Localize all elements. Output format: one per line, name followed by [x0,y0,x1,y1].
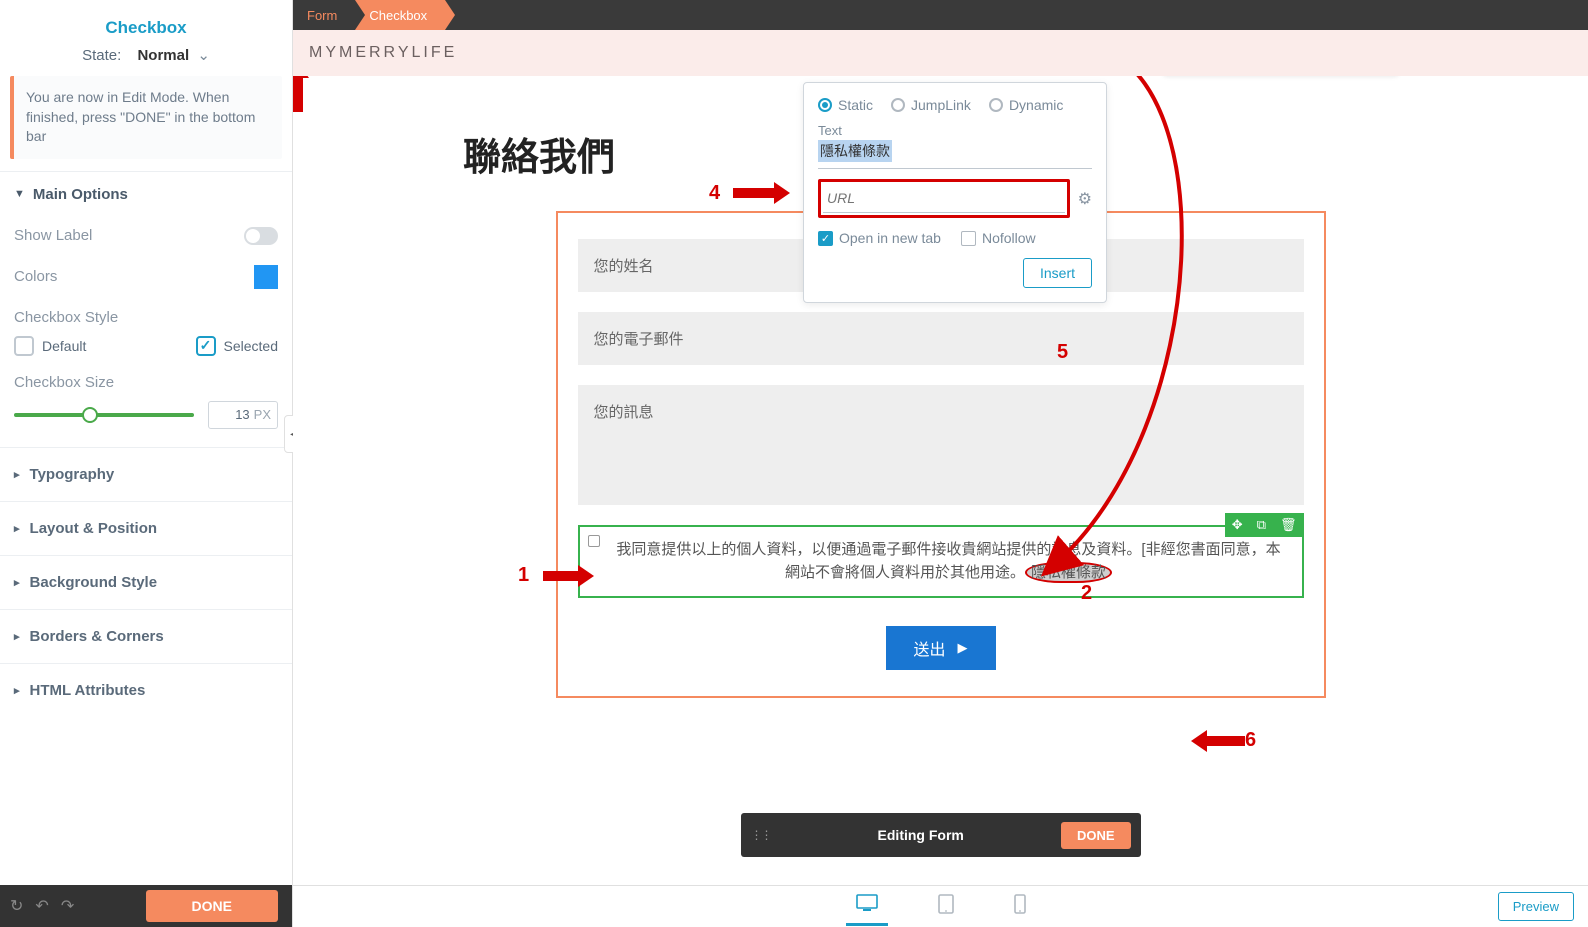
breadcrumb-checkbox[interactable]: Checkbox [355,0,445,30]
message-field[interactable]: 您的訊息 [578,385,1304,505]
text-field-label: Text [818,123,1092,138]
breadcrumb: Form Checkbox [293,0,1588,30]
element-toolbar: ✥ ⧉ 🗑 [1225,513,1304,537]
checkbox-size-label: Checkbox Size [14,374,278,391]
breadcrumb-form[interactable]: Form [293,0,355,30]
duplicate-icon[interactable]: ⧉ [1250,513,1273,537]
link-type-dynamic[interactable]: Dynamic [989,97,1063,113]
caret-right-icon: ▸ [14,522,20,535]
style-selected-option[interactable]: Selected [196,336,278,356]
editing-form-label: Editing Form [781,827,1061,843]
insert-button[interactable]: Insert [1023,258,1092,288]
radio-off-icon [891,98,905,112]
consent-checkbox[interactable] [588,535,600,547]
style-default-option[interactable]: Default [14,336,86,356]
checkbox-on-icon: ✓ [818,231,833,246]
url-input-highlight [818,179,1070,218]
link-type-static[interactable]: Static [818,97,873,113]
consent-text[interactable]: 我同意提供以上的個人資料，以便通過電子郵件接收貴網站提供的訊息及資料。[非經您書… [614,539,1284,584]
preview-button[interactable]: Preview [1498,892,1574,921]
caret-right-icon: ▸ [14,576,20,589]
sidebar-title: Checkbox [0,0,292,46]
email-field[interactable]: 您的電子郵件 [578,312,1304,365]
caret-right-icon: ▸ [14,468,20,481]
show-label-toggle[interactable] [244,227,278,245]
link-panel: Static JumpLink Dynamic Text 隱私權條款 ⚙ ✓Op… [803,82,1107,303]
submit-button[interactable]: 送出 ▶ [886,626,996,670]
nofollow-checkbox[interactable]: Nofollow [961,230,1036,246]
annotation-6: 6 [1245,729,1256,752]
mobile-icon[interactable] [1004,888,1036,925]
section-borders[interactable]: ▸Borders & Corners [0,609,292,663]
radio-off-icon [989,98,1003,112]
edit-mode-notice: You are now in Edit Mode. When finished,… [10,76,282,159]
checkbox-icon [14,336,34,356]
link-type-jumplink[interactable]: JumpLink [891,97,971,113]
url-input[interactable] [823,184,1065,213]
main-options-header[interactable]: ▼ Main Options [0,172,292,217]
consent-checkbox-block[interactable]: ✥ ⧉ 🗑 我同意提供以上的個人資料，以便通過電子郵件接收貴網站提供的訊息及資料… [578,525,1304,598]
link-text-value[interactable]: 隱私權條款 [818,140,892,162]
gear-icon[interactable]: ⚙ [1078,189,1092,209]
annotation-4: 4 [709,182,720,205]
state-label: State: [82,47,121,64]
show-label-text: Show Label [14,227,92,244]
colors-label: Colors [14,268,57,285]
editing-done-button[interactable]: DONE [1061,822,1131,849]
state-selector[interactable]: State: Normal ⌄ [0,46,292,76]
desktop-icon[interactable] [846,888,888,926]
checkbox-off-icon [961,231,976,246]
checkbox-checked-icon [196,336,216,356]
redo-icon[interactable]: ↷ [61,896,74,916]
caret-down-icon: ▼ [14,188,25,200]
sidebar: Checkbox State: Normal ⌄ You are now in … [0,0,293,927]
canvas: 聯絡我們 您的姓名 您的電子郵件 您的訊息 ✥ ⧉ 🗑 我同意提供以上的個人資料… [293,76,1588,885]
size-slider[interactable] [14,413,194,417]
history-icon[interactable]: ↻ [10,896,23,916]
tablet-icon[interactable] [928,888,964,925]
privacy-link-text[interactable]: 隱私權條款 [1025,562,1112,583]
radio-on-icon [818,98,832,112]
section-html-attributes[interactable]: ▸HTML Attributes [0,663,292,717]
annotation-3: 3 [1055,76,1066,81]
state-value: Normal [137,47,189,64]
caret-right-icon: ▸ [14,684,20,697]
undo-icon[interactable]: ↶ [35,896,48,916]
drag-grip-icon[interactable]: ⋮⋮ [741,828,781,842]
annotation-1: 1 [518,564,529,587]
editing-form-bar: ⋮⋮ Editing Form DONE [741,813,1141,857]
slider-thumb[interactable] [82,407,98,423]
arrow-right-icon: ▶ [958,640,968,656]
main-canvas-area: Form Checkbox MYMERRYLIFE 聯絡我們 您的姓名 您的電子… [293,0,1588,927]
device-bar: Preview [293,885,1588,927]
section-background[interactable]: ▸Background Style [0,555,292,609]
brand-bar: MYMERRYLIFE [293,30,1588,76]
checkbox-style-label: Checkbox Style [14,309,118,326]
section-typography[interactable]: ▸Typography [0,447,292,501]
section-layout[interactable]: ▸Layout & Position [0,501,292,555]
open-new-tab-checkbox[interactable]: ✓Open in new tab [818,230,941,246]
move-icon[interactable]: ✥ [1225,513,1250,537]
caret-right-icon: ▸ [14,630,20,643]
size-input[interactable]: 13 PX [208,401,278,429]
chevron-down-icon: ⌄ [197,47,210,64]
delete-icon[interactable]: 🗑 [1273,513,1304,537]
color-picker[interactable] [254,265,278,289]
sidebar-done-button[interactable]: DONE [146,890,278,922]
